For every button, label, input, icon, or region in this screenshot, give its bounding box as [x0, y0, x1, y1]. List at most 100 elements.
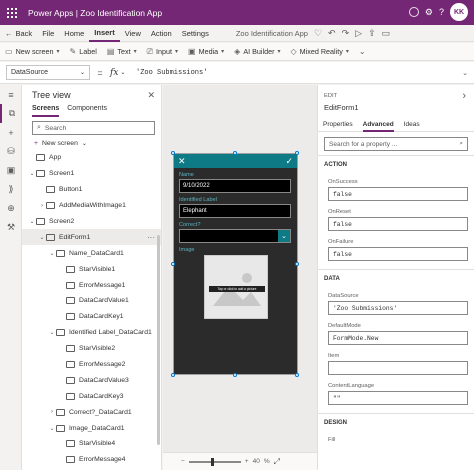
tree-item[interactable]: StarVisible4 [22, 436, 161, 452]
tree-scrollbar[interactable] [157, 235, 160, 445]
menu-insert[interactable]: Insert [89, 25, 120, 42]
app-checker-icon[interactable]: ♡ [314, 28, 322, 39]
submit-check-icon[interactable]: ✓ [285, 156, 293, 167]
expand-chevron-icon[interactable]: › [48, 409, 56, 415]
expand-chevron-icon[interactable]: › [38, 203, 46, 209]
tree-item[interactable]: ErrorMessage1 [22, 277, 161, 293]
identified-label-field[interactable]: Elephant [179, 204, 291, 218]
data-icon[interactable]: ⛁ [0, 142, 22, 161]
tree-item[interactable]: StarVisible1 [22, 261, 161, 277]
advanced-tools-icon[interactable]: ⚒ [0, 218, 22, 237]
tab-properties[interactable]: Properties [323, 121, 353, 131]
label-button[interactable]: ✎ Label [65, 47, 102, 56]
media-rail-icon[interactable]: ▣ [0, 161, 22, 180]
menu-icon[interactable]: ≡ [0, 85, 22, 104]
tab-advanced[interactable]: Advanced [362, 121, 394, 132]
tree-item[interactable]: StarVisible2 [22, 341, 161, 357]
tree-item[interactable]: DataCardKey3 [22, 388, 161, 404]
zoom-slider[interactable] [188, 457, 241, 466]
avatar[interactable]: KK [450, 3, 468, 21]
tree-item[interactable]: ⌄ Name_DataCard1 [22, 245, 161, 261]
insert-icon[interactable]: + [0, 123, 22, 142]
formula-input[interactable]: 'Zoo Submissions' [132, 65, 454, 80]
tab-screens[interactable]: Screens [32, 105, 60, 117]
settings-icon[interactable]: ⚙ [425, 7, 433, 18]
expand-chevron-icon[interactable]: ⌄ [48, 425, 56, 432]
tree-item[interactable]: App [22, 150, 161, 166]
zoom-out-button[interactable]: − [181, 458, 185, 465]
menu-view[interactable]: View [120, 25, 146, 42]
property-value-input[interactable]: "" [328, 391, 468, 405]
menu-settings[interactable]: Settings [177, 25, 214, 42]
tree-item[interactable]: ErrorMessage2 [22, 357, 161, 373]
media-button[interactable]: ▣ Media ▾ [183, 47, 229, 56]
share-icon[interactable]: ⇪ [368, 28, 376, 39]
play-icon[interactable]: ▷ [355, 28, 362, 39]
function-icon[interactable]: fx ⌄ [110, 68, 132, 78]
menu-home[interactable]: Home [59, 25, 89, 42]
resize-handle[interactable] [233, 373, 237, 377]
correct-dropdown[interactable]: ⌄ [179, 229, 291, 243]
mixed-reality-button[interactable]: ◇ Mixed Reality ▾ [286, 47, 354, 56]
save-icon[interactable]: ▭ [382, 28, 391, 39]
resize-handle[interactable] [171, 151, 175, 155]
close-icon[interactable]: ✕ [147, 90, 155, 101]
property-value-input[interactable]: false [328, 187, 468, 201]
more-ribbon-button[interactable]: ⌄ [354, 47, 371, 56]
tree-item[interactable]: DataCardValue1 [22, 293, 161, 309]
screen-preview[interactable]: ✕ ✓ Name 9/10/2022 Identified Label Elep… [173, 153, 298, 375]
resize-handle[interactable] [233, 151, 237, 155]
tree-item[interactable]: › AddMediaWithImage1 [22, 198, 161, 214]
tree-item[interactable]: DataCardValue3 [22, 372, 161, 388]
zoom-slider-thumb[interactable] [210, 457, 214, 466]
tree-item[interactable]: ⌄ EditForm1 ··· [22, 229, 161, 246]
resize-handle[interactable] [171, 262, 175, 266]
collapse-panel-icon[interactable]: › [462, 90, 466, 102]
input-button[interactable]: ⎚ Input ▾ [142, 47, 183, 57]
name-field[interactable]: 9/10/2022 [179, 179, 291, 193]
tree-item[interactable]: Button1 [22, 182, 161, 198]
property-value-input[interactable] [328, 361, 468, 375]
back-button[interactable]: ← Back [0, 25, 37, 42]
more-options-icon[interactable]: ··· [147, 233, 155, 242]
tree-search-input[interactable]: ⌕ Search [32, 121, 155, 135]
tree-item[interactable]: ⌄ Screen2 [22, 214, 161, 230]
tree-item[interactable]: ⌄ Identified Label_DataCard1 [22, 325, 161, 341]
tree-item[interactable]: ErrorMessage4 [22, 452, 161, 468]
property-search-input[interactable]: Search for a property ... ⌕ [324, 137, 468, 151]
property-value-input[interactable]: FormMode.New [328, 331, 468, 345]
tree-item[interactable]: › Correct?_DataCard1 [22, 404, 161, 420]
tree-item[interactable]: ⌄ Screen1 [22, 166, 161, 182]
expand-formula-icon[interactable]: ⌄ [462, 69, 468, 77]
fit-screen-icon[interactable]: ⤢ [274, 457, 280, 467]
undo-icon[interactable]: ↶ [328, 28, 336, 39]
expand-chevron-icon[interactable]: ⌄ [48, 250, 56, 257]
property-value-input[interactable]: false [328, 217, 468, 231]
variables-icon[interactable]: ⊕ [0, 199, 22, 218]
cancel-icon[interactable]: ✕ [178, 156, 186, 167]
expand-chevron-icon[interactable]: ⌄ [48, 329, 56, 336]
zoom-in-button[interactable]: + [245, 458, 249, 465]
help-icon[interactable]: ? [439, 7, 444, 17]
resize-handle[interactable] [295, 262, 299, 266]
resize-handle[interactable] [295, 373, 299, 377]
new-screen-button[interactable]: ▭ New screen ▾ [0, 47, 65, 56]
property-dropdown[interactable]: DataSource ⌄ [6, 65, 90, 80]
power-automate-icon[interactable]: ⟫ [0, 180, 22, 199]
expand-chevron-icon[interactable]: ⌄ [28, 218, 36, 225]
resize-handle[interactable] [171, 373, 175, 377]
tab-ideas[interactable]: Ideas [404, 121, 420, 131]
tab-components[interactable]: Components [67, 105, 107, 117]
property-value-input[interactable]: false [328, 247, 468, 261]
new-screen-link[interactable]: + New screen ⌄ [22, 136, 161, 150]
menu-action[interactable]: Action [146, 25, 177, 42]
expand-chevron-icon[interactable]: ⌄ [38, 234, 46, 241]
tree-item[interactable]: DataCardKey1 [22, 309, 161, 325]
environment-icon[interactable] [408, 7, 419, 17]
property-value-input[interactable]: 'Zoo Submissions' [328, 301, 468, 315]
tree-item[interactable]: ⌄ Image_DataCard1 [22, 420, 161, 436]
menu-file[interactable]: File [37, 25, 59, 42]
app-launcher-icon[interactable] [0, 0, 24, 25]
text-button[interactable]: ▤ Text ▾ [102, 47, 142, 56]
redo-icon[interactable]: ↷ [342, 28, 350, 39]
